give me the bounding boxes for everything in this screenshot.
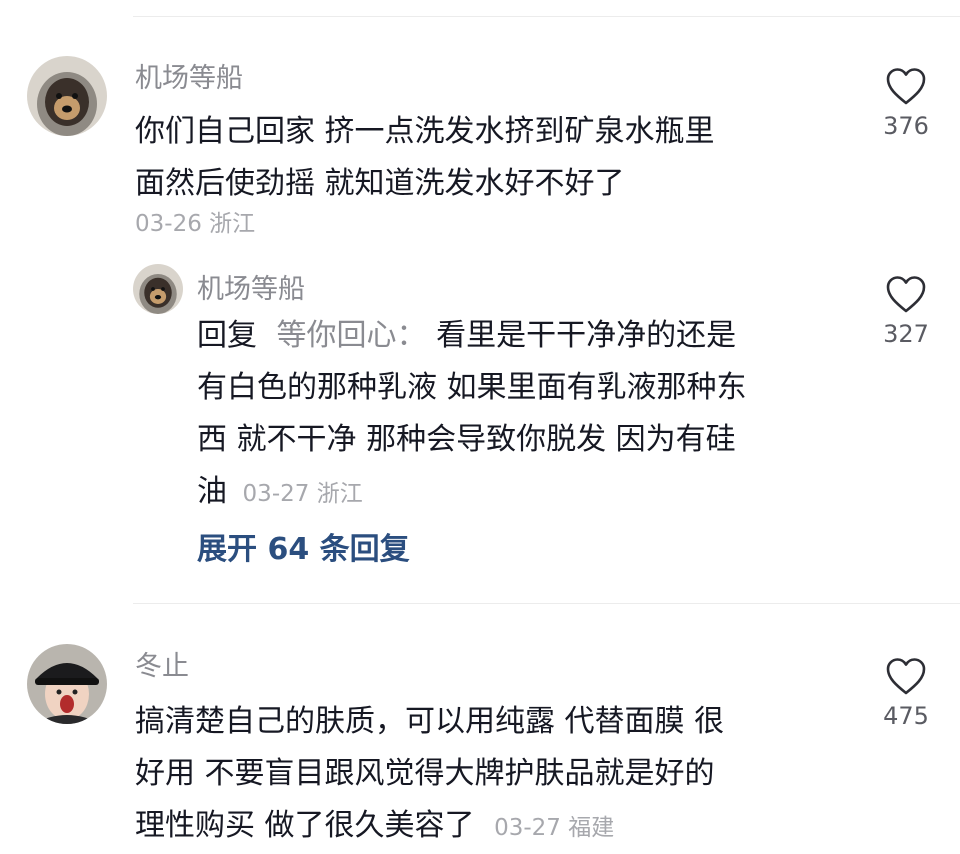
comment-text-segment: 理性购买 做了很久美容了: [135, 808, 475, 843]
like-button[interactable]: 327: [876, 274, 936, 348]
reply-user-avatar[interactable]: [133, 264, 183, 314]
reply-text: 回复 等你回心： 看里是干干净净的还是 有白色的那种乳液 如果里面有乳液那种东 …: [197, 310, 837, 520]
person-in-hat-avatar-icon: [27, 644, 107, 724]
reply-text-line: 油 03-27 浙江: [197, 466, 837, 520]
comment-text-line: 你们自己回家 挤一点洗发水挤到矿泉水瓶里: [135, 114, 715, 149]
comment-item: 机场等船 你们自己回家 挤一点洗发水挤到矿泉水瓶里 面然后使劲摇 就知道洗发水好…: [0, 0, 960, 250]
comment-text: 你们自己回家 挤一点洗发水挤到矿泉水瓶里 面然后使劲摇 就知道洗发水好不好了: [135, 106, 835, 210]
reply-text-line: 有白色的那种乳液 如果里面有乳液那种东: [197, 370, 747, 405]
reply-username[interactable]: 机场等船: [197, 267, 305, 306]
comment-username[interactable]: 机场等船: [135, 56, 243, 95]
reply-target-user[interactable]: 等你回心：: [277, 318, 427, 353]
comment-text-line: 好用 不要盲目跟风觉得大牌护肤品就是好的: [135, 756, 715, 791]
like-button[interactable]: 376: [876, 66, 936, 140]
comment-text-line: 搞清楚自己的肤质，可以用纯露 代替面膜 很: [135, 704, 725, 739]
comment-item: 冬止 搞清楚自己的肤质，可以用纯露 代替面膜 很 好用 不要盲目跟风觉得大牌护肤…: [0, 604, 960, 843]
like-count: 327: [883, 320, 929, 348]
heart-outline-icon: [886, 658, 926, 695]
reply-text-segment: 看里是干干净净的还是: [436, 318, 737, 353]
reply-prefix: 回复: [197, 318, 257, 353]
dog-in-hood-avatar-icon: [27, 56, 107, 136]
expand-replies-link[interactable]: 展开 64 条回复: [197, 524, 410, 568]
reply-text-segment: 油: [197, 474, 227, 509]
user-avatar[interactable]: [27, 644, 107, 724]
comment-meta: 03-27 福建: [494, 815, 615, 841]
comment-username[interactable]: 冬止: [135, 644, 189, 683]
reply-item: 机场等船 回复 等你回心： 看里是干干净净的还是 有白色的那种乳液 如果里面有乳…: [0, 250, 960, 510]
like-count: 376: [883, 112, 929, 140]
heart-outline-icon: [886, 68, 926, 105]
comment-text: 搞清楚自己的肤质，可以用纯露 代替面膜 很 好用 不要盲目跟风觉得大牌护肤品就是…: [135, 696, 835, 854]
like-button[interactable]: 475: [876, 656, 936, 730]
reply-text-line: 西 就不干净 那种会导致你脱发 因为有硅: [197, 422, 736, 457]
heart-outline-icon: [886, 276, 926, 313]
reply-meta: 03-27 浙江: [242, 481, 363, 507]
user-avatar[interactable]: [27, 56, 107, 136]
comment-text-line: 理性购买 做了很久美容了 03-27 福建: [135, 800, 835, 854]
comment-text-line: 面然后使劲摇 就知道洗发水好不好了: [135, 166, 625, 201]
comment-meta: 03-26 浙江: [135, 211, 256, 237]
dog-in-hood-avatar-icon: [133, 264, 183, 314]
like-count: 475: [883, 702, 929, 730]
reply-text-line: 回复 等你回心： 看里是干干净净的还是: [197, 310, 837, 362]
